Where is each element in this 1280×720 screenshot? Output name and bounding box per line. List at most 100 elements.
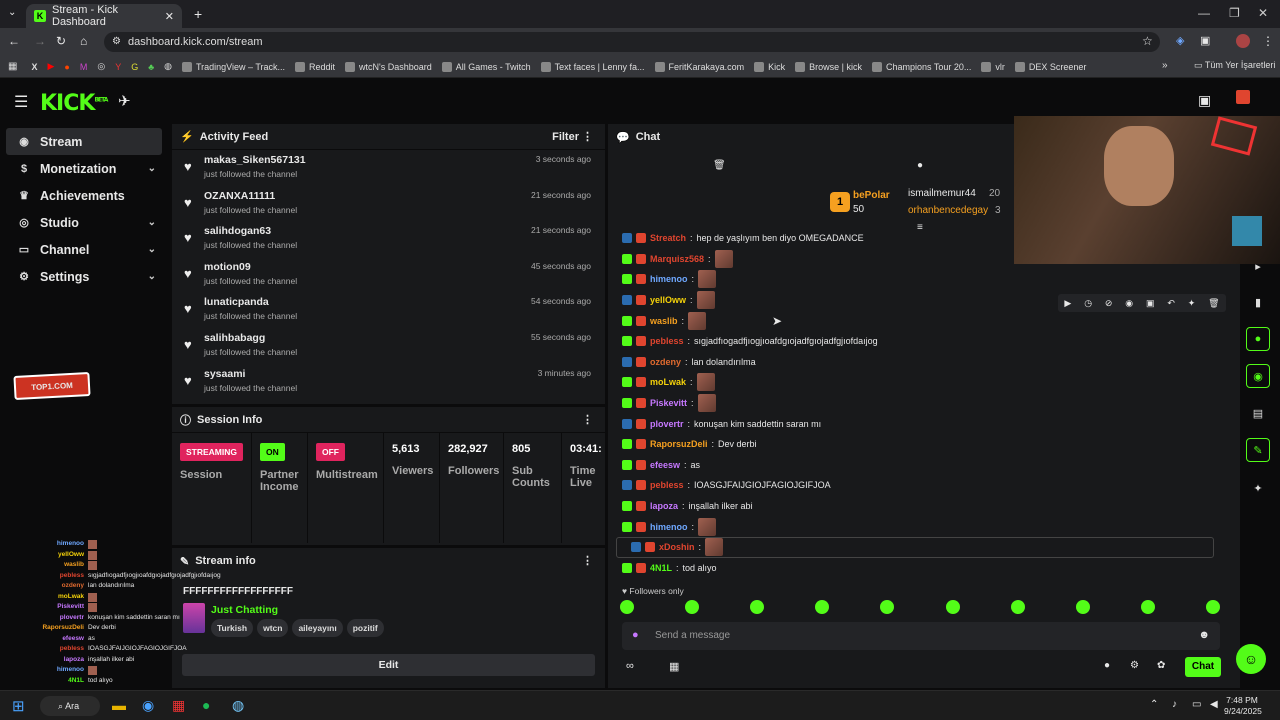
bookmark-item[interactable]: Kick — [754, 61, 785, 72]
sidebar-item-monetization[interactable]: $ Monetization ⌄ — [6, 155, 162, 182]
gmail-bookmark-icon[interactable]: M — [80, 62, 88, 72]
community-icon[interactable]: ✿ — [1157, 660, 1165, 671]
clock[interactable]: 7:48 PM 9/24/2025 — [1224, 695, 1262, 717]
maximize-icon[interactable]: ❐ — [1229, 6, 1240, 20]
emote-icon[interactable] — [620, 600, 634, 614]
hamburger-menu-icon[interactable]: ☰ — [14, 92, 28, 112]
tab-list-icon[interactable]: ⌄ — [8, 7, 16, 18]
kebab-icon[interactable]: ⋮ — [582, 413, 593, 426]
kick-logo[interactable]: KICKBETA — [40, 91, 108, 116]
browser-tab[interactable]: K Stream - Kick Dashboard ✕ — [26, 4, 182, 28]
bookmark-item[interactable]: vlr — [981, 61, 1005, 72]
activity-item[interactable]: ♥ sysaami just followed the channel 3 minut… — [172, 364, 605, 400]
filter-button[interactable]: Filter — [552, 131, 579, 143]
emote-icon[interactable] — [1140, 600, 1155, 614]
vip-icon[interactable]: ◉ — [1125, 298, 1133, 309]
g-bookmark-icon[interactable]: G — [131, 62, 138, 72]
activity-item[interactable]: ♥ salihdogan63 just followed the channel 21… — [172, 221, 605, 257]
sidebar-item-settings[interactable]: ⚙ Settings ⌄ — [6, 263, 162, 290]
bookmark-item[interactable]: TradingView – Track... — [181, 61, 285, 72]
message-icon[interactable]: ● — [917, 160, 923, 171]
forward-icon[interactable]: → — [34, 34, 46, 48]
volume-icon[interactable]: ◀ — [1210, 699, 1218, 710]
emote-icon[interactable] — [815, 600, 830, 614]
stream-tag[interactable]: pozitif — [346, 619, 384, 637]
x-bookmark-icon[interactable]: X — [31, 62, 37, 72]
chat-username[interactable]: efeesw — [650, 460, 680, 470]
taskbar-search[interactable]: ⌕ Ara — [40, 696, 100, 716]
chat-message[interactable]: 4N1L: tod alıyo — [608, 558, 1228, 579]
emote-icon[interactable] — [880, 600, 895, 614]
chat-username[interactable]: 4N1L — [650, 563, 672, 573]
profile-avatar[interactable] — [1236, 34, 1250, 48]
send-chat-button[interactable]: Chat — [1185, 657, 1221, 677]
extension-icon[interactable]: ◈ — [1176, 34, 1184, 47]
chat-message[interactable]: ozdeny: lan dolandırılma — [608, 352, 1228, 373]
bookmark-item[interactable]: All Games - Twitch — [441, 61, 531, 72]
notes-icon[interactable]: ▮ — [1246, 290, 1270, 314]
site-info-icon[interactable]: ⚙ — [112, 32, 121, 52]
timeout-icon[interactable]: ◷ — [1084, 298, 1092, 309]
activity-item[interactable]: ♥ salihbabagg just followed the channel 55 … — [172, 328, 605, 364]
leaf-bookmark-icon[interactable]: ♣ — [148, 62, 154, 72]
sidebar-item-studio[interactable]: ◎ Studio ⌄ — [6, 209, 162, 236]
chat-message[interactable]: pebless: IOASGJFAIJGIOJFAGIOJGIFJOA — [608, 475, 1228, 496]
bookmark-item[interactable]: Browse | kick — [795, 61, 862, 72]
emoji-icon[interactable]: ☻ — [1198, 629, 1210, 641]
apps-icon[interactable]: ✦ — [1246, 476, 1270, 500]
kebab-icon[interactable]: ⋮ — [582, 130, 593, 143]
home-icon[interactable]: ⌂ — [80, 34, 87, 48]
app-icon[interactable]: ▦ — [172, 697, 185, 714]
apps-grid-icon[interactable]: ▦ — [8, 61, 17, 72]
chat-message[interactable]: Piskevitt: — [608, 393, 1228, 414]
kebab-icon[interactable]: ⋮ — [582, 554, 593, 567]
chat-username[interactable]: Marquisz568 — [650, 254, 704, 264]
emote-icon[interactable] — [1205, 600, 1220, 614]
infinity-icon[interactable]: ∞ — [626, 660, 634, 672]
reload-icon[interactable]: ↻ — [56, 34, 66, 48]
chat-message[interactable]: RaporsuzDeli: Dev derbi — [608, 434, 1228, 455]
chat-username[interactable]: ozdeny — [650, 357, 681, 367]
url-input[interactable]: ⚙ dashboard.kick.com/stream — [104, 32, 1160, 52]
chat-message[interactable]: efeesw: as — [608, 455, 1228, 476]
back-icon[interactable]: ← — [8, 34, 20, 48]
tray-chevron-icon[interactable]: ⌃ — [1150, 699, 1158, 710]
mic-icon[interactable]: ● — [632, 629, 639, 641]
play-icon[interactable]: ▶ — [1064, 298, 1071, 309]
camera-icon[interactable]: ▣ — [1198, 92, 1211, 109]
sidebar-item-channel[interactable]: ▭ Channel ⌄ — [6, 236, 162, 263]
expand-icon[interactable]: ▸ — [1246, 254, 1270, 278]
edit-button[interactable]: Edit — [182, 654, 595, 676]
rocket-icon[interactable]: ✈ — [118, 92, 131, 110]
spotify-icon[interactable]: ● — [202, 697, 210, 713]
bookmark-item[interactable]: Champions Tour 20... — [871, 61, 971, 72]
windows-start-icon[interactable]: ⊞ — [12, 697, 25, 715]
user-avatar[interactable] — [1236, 90, 1250, 104]
chat-username[interactable]: yellOww — [650, 295, 686, 305]
network-icon[interactable]: ▭ — [1192, 699, 1201, 710]
chat-username[interactable]: Piskevitt — [650, 398, 687, 408]
mic-tray-icon[interactable]: ♪ — [1172, 699, 1177, 710]
new-tab-icon[interactable]: + — [194, 6, 202, 22]
ban-icon[interactable]: ⊘ — [1105, 298, 1113, 309]
undo-icon[interactable]: ↶ — [1167, 298, 1175, 309]
chat-settings-bubble-icon[interactable]: ● — [1104, 660, 1110, 671]
bookmark-item[interactable]: wtcN's Dashboard — [345, 61, 432, 72]
activity-item[interactable]: ♥ motion09 just followed the channel 45 sec… — [172, 257, 605, 293]
bookmark-star-icon[interactable]: ☆ — [1142, 34, 1153, 48]
chat-message[interactable]: moLwak: — [608, 372, 1228, 393]
youtube-bookmark-icon[interactable]: ▶ — [47, 61, 54, 72]
menu-kebab-icon[interactable]: ⋮ — [1262, 34, 1274, 48]
chat-rail-icon[interactable]: ● — [1246, 327, 1270, 351]
support-button[interactable]: ☺ — [1236, 644, 1266, 674]
bookmark-item[interactable]: Text faces | Lenny fa... — [540, 61, 645, 72]
chat-username[interactable]: Streatch — [650, 233, 686, 243]
extensions-puzzle-icon[interactable]: ▣ — [1200, 34, 1210, 47]
top-gifter-name[interactable]: bePolar — [853, 190, 890, 201]
file-explorer-icon[interactable]: ▬ — [112, 697, 126, 713]
pin-icon[interactable]: ✦ — [1188, 298, 1196, 309]
sidebar-item-achievements[interactable]: ♛ Achievements — [6, 182, 162, 209]
chat-username[interactable]: xDoshin — [659, 542, 695, 552]
close-tab-icon[interactable]: ✕ — [165, 10, 174, 23]
chat-username[interactable]: plovertr — [650, 419, 684, 429]
